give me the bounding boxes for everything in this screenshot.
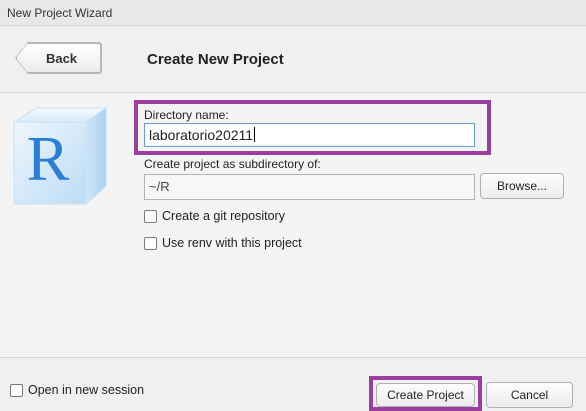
new-session-checkbox[interactable]	[10, 383, 23, 397]
renv-checkbox[interactable]	[144, 236, 157, 250]
directory-name-label: Directory name:	[144, 108, 229, 122]
new-session-checkbox-row[interactable]: Open in new session	[10, 383, 144, 397]
text-caret	[254, 127, 256, 142]
renv-checkbox-label: Use renv with this project	[162, 236, 302, 250]
directory-name-value: laboratorio20211	[149, 127, 254, 143]
cancel-button[interactable]: Cancel	[486, 382, 573, 408]
page-title: Create New Project	[147, 51, 284, 68]
svg-text:R: R	[27, 123, 70, 194]
renv-checkbox-row[interactable]: Use renv with this project	[144, 236, 302, 250]
browse-button[interactable]: Browse...	[480, 173, 564, 199]
subdirectory-label: Create project as subdirectory of:	[144, 157, 321, 171]
window-title: New Project Wizard	[0, 0, 586, 26]
create-project-button[interactable]: Create Project	[376, 383, 475, 407]
back-button[interactable]: Back	[16, 43, 101, 73]
new-session-label: Open in new session	[28, 383, 145, 397]
subdirectory-input[interactable]: ~/R	[144, 174, 475, 200]
git-checkbox-label: Create a git repository	[162, 209, 285, 223]
git-checkbox[interactable]	[144, 209, 157, 223]
wizard-header: Back Create New Project	[0, 27, 586, 93]
directory-name-input[interactable]: laboratorio20211	[144, 123, 475, 147]
git-checkbox-row[interactable]: Create a git repository	[144, 209, 285, 223]
r-logo-icon: R	[12, 107, 108, 206]
